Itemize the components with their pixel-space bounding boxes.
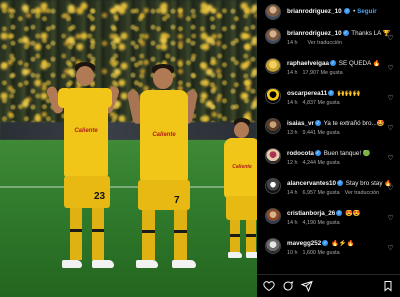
- commenter-avatar[interactable]: [265, 88, 281, 104]
- post-header: brianrodriguez_10 ✓ • Seguir: [257, 4, 400, 20]
- comment-time: 14 h: [287, 70, 298, 76]
- author-username[interactable]: brianrodriguez_10: [287, 8, 342, 15]
- verified-icon: ✓: [322, 240, 329, 247]
- comment-text: 😍😍: [345, 210, 361, 217]
- comment-row: mavegg252 ✓ 🔥⚡🔥 10 h 1,600 Me gusta ♡: [257, 236, 400, 262]
- comment-likes[interactable]: 4,837 Me gusta: [303, 100, 340, 106]
- heart-icon[interactable]: ♡: [387, 155, 394, 162]
- jersey-number: 7: [174, 195, 180, 206]
- comment-username[interactable]: cristianborja_26: [287, 210, 335, 217]
- comment-username[interactable]: alancervantes10: [287, 180, 336, 187]
- verified-icon: ✓: [337, 180, 344, 187]
- verified-icon: ✓: [344, 8, 351, 15]
- bookmark-icon[interactable]: [382, 280, 394, 292]
- comment-username[interactable]: brianrodriguez_10: [287, 30, 342, 37]
- comment-row: brianrodriguez_10 ✓ Thanks LA 🏆 14 h Ver tr…: [257, 26, 400, 52]
- verified-icon: ✓: [336, 210, 343, 217]
- post-actions: [257, 274, 400, 297]
- comment-username[interactable]: isaias_vr: [287, 120, 314, 127]
- verified-icon: ✓: [328, 90, 335, 97]
- comment-text: 🔥⚡🔥: [331, 240, 355, 247]
- comment-text: Ya te extrañó bro...🤩: [323, 120, 385, 127]
- comments-panel: brianrodriguez_10 ✓ • Seguir brianrodrig…: [257, 0, 400, 297]
- shirt-sponsor: Caliente: [232, 164, 252, 170]
- commenter-avatar[interactable]: [265, 208, 281, 224]
- share-icon[interactable]: [301, 280, 313, 292]
- comment-text: Buen tanque! 🟢: [323, 150, 371, 157]
- comment-row: rodocota ✓ Buen tanque! 🟢 12 h 4,244 Me gus…: [257, 146, 400, 172]
- heart-icon[interactable]: ♡: [387, 185, 394, 192]
- follow-button[interactable]: Seguir: [357, 8, 377, 15]
- heart-icon[interactable]: ♡: [387, 125, 394, 132]
- player-right: Caliente: [220, 118, 257, 288]
- comment-time: 13 h: [287, 130, 298, 136]
- commenter-avatar[interactable]: [265, 58, 281, 74]
- heart-icon[interactable]: ♡: [387, 65, 394, 72]
- heart-icon[interactable]: ♡: [387, 95, 394, 102]
- post-photo[interactable]: Caliente 23 Caliente 7 Caliente: [0, 0, 257, 297]
- comment-likes[interactable]: 4,244 Me gusta: [303, 160, 340, 166]
- verified-icon: ✓: [330, 60, 337, 67]
- comment-translate-link[interactable]: Ver traducción: [308, 40, 342, 46]
- jersey-number: 23: [94, 191, 106, 202]
- comment-text: 🙌🙌🙌: [337, 90, 361, 97]
- comment-text: SE QUEDA 🔥: [338, 60, 381, 67]
- comment-icon[interactable]: [282, 280, 294, 292]
- comment-time: 14 h: [287, 100, 298, 106]
- commenter-avatar[interactable]: [265, 28, 281, 44]
- shirt-sponsor: Caliente: [74, 128, 98, 134]
- comment-row: oscarperea11 ✓ 🙌🙌🙌 14 h 4,837 Me gusta ♡: [257, 86, 400, 112]
- comment-likes[interactable]: 6,957 Me gusta: [303, 190, 340, 196]
- verified-icon: ✓: [342, 30, 349, 37]
- heart-icon[interactable]: ♡: [387, 245, 394, 252]
- heart-icon[interactable]: ♡: [387, 215, 394, 222]
- heart-icon[interactable]: [263, 280, 275, 292]
- verified-icon: ✓: [314, 120, 321, 127]
- commenter-avatar[interactable]: [265, 178, 281, 194]
- comment-text: Thanks LA 🏆: [351, 30, 391, 37]
- heart-icon[interactable]: ♡: [387, 35, 394, 42]
- comment-time: 14 h: [287, 220, 298, 226]
- comment-row: raphaelveigaa ✓ SE QUEDA 🔥 14 h 17,907 Me g…: [257, 56, 400, 82]
- comments-list[interactable]: brianrodriguez_10 ✓ • Seguir brianrodrig…: [257, 0, 400, 268]
- comment-likes[interactable]: 9,441 Me gusta: [303, 130, 340, 136]
- comment-time: 14 h: [287, 190, 298, 196]
- comment-username[interactable]: rodocota: [287, 150, 314, 157]
- player-left: Caliente 23: [44, 60, 124, 285]
- comment-time: 12 h: [287, 160, 298, 166]
- comment-translate-link[interactable]: Ver traducción: [345, 190, 379, 196]
- comment-row: alancervantes10 ✓ Stay bro stay 🔥 14 h 6,95…: [257, 176, 400, 202]
- comment-time: 10 h: [287, 250, 298, 256]
- commenter-avatar[interactable]: [265, 148, 281, 164]
- comment-row: isaias_vr ✓ Ya te extrañó bro...🤩 13 h 9,44…: [257, 116, 400, 142]
- commenter-avatar[interactable]: [265, 118, 281, 134]
- comment-username[interactable]: mavegg252: [287, 240, 321, 247]
- comment-likes[interactable]: 4,190 Me gusta: [303, 220, 340, 226]
- comment-username[interactable]: oscarperea11: [287, 90, 327, 97]
- commenter-avatar[interactable]: [265, 238, 281, 254]
- comment-likes[interactable]: 17,907 Me gusta: [303, 70, 343, 76]
- comment-username[interactable]: raphaelveigaa: [287, 60, 329, 67]
- comment-likes[interactable]: 1,600 Me gusta: [303, 250, 340, 256]
- player-center: Caliente 7: [122, 62, 212, 287]
- shirt-sponsor: Caliente: [152, 132, 176, 138]
- verified-icon: ✓: [314, 150, 321, 157]
- comment-time: 14 h: [287, 40, 298, 46]
- comment-text: Stay bro stay 🔥: [345, 180, 393, 187]
- author-avatar[interactable]: [265, 4, 281, 20]
- comment-row: cristianborja_26 ✓ 😍😍 14 h 4,190 Me gusta ♡: [257, 206, 400, 232]
